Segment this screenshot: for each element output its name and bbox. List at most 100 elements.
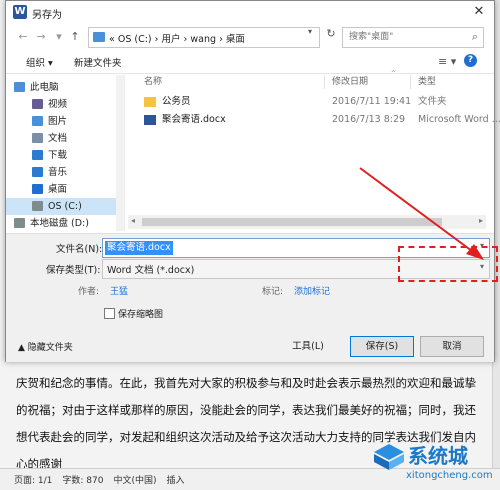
breadcrumb-overflow[interactable]: « (109, 34, 115, 45)
annotation-highlight-box (398, 246, 498, 282)
save-as-dialog: W 另存为 ✕ ← → ▾ ↑ « OS (C:) › 用户 › wang › … (5, 0, 500, 362)
save-button[interactable]: 保存(S) (350, 336, 414, 357)
breadcrumb-separator-icon: › (219, 34, 223, 45)
breadcrumb-wang[interactable]: wang (190, 34, 216, 45)
file-type: Microsoft Word ... (418, 114, 500, 125)
sidebar-item-os-c[interactable]: OS (C:) (6, 198, 116, 215)
view-options-icon[interactable]: ≡ ▾ (438, 55, 456, 68)
sidebar-item-label: 音乐 (48, 167, 68, 178)
help-icon[interactable]: ? (464, 54, 477, 67)
drive-icon (32, 201, 43, 211)
up-arrow-icon[interactable]: ↑ (68, 29, 82, 45)
sidebar-item-pictures[interactable]: 图片 (6, 113, 116, 130)
search-box[interactable]: ⌕ (342, 27, 484, 48)
breadcrumb[interactable]: « OS (C:) › 用户 › wang › 桌面 (109, 31, 245, 45)
sidebar-item-desktop[interactable]: 桌面 (6, 181, 116, 198)
column-header-date[interactable]: 修改日期 (332, 73, 368, 91)
thumbnail-label[interactable]: 保存缩略图 (118, 307, 163, 320)
search-input[interactable] (343, 28, 459, 45)
word-app-icon: W (13, 5, 27, 19)
filetype-value: Word 文档 (*.docx) (107, 265, 195, 276)
breadcrumb-desktop[interactable]: 桌面 (226, 34, 245, 45)
status-insert-mode: 插入 (166, 476, 185, 486)
folder-icon (144, 97, 156, 107)
navigation-scrollbar[interactable] (116, 75, 124, 231)
dialog-toolbar: 组织 ▾ 新建文件夹 ≡ ▾ ? (6, 51, 494, 74)
sort-chevron-icon: ⌃ (390, 69, 397, 78)
sidebar-item-videos[interactable]: 视频 (6, 96, 116, 113)
refresh-icon[interactable]: ↻ (324, 27, 338, 45)
download-icon (32, 150, 43, 160)
breadcrumb-os-c[interactable]: OS (C:) (118, 34, 152, 45)
music-icon (32, 167, 43, 177)
breadcrumb-users[interactable]: 用户 (162, 34, 181, 45)
desktop-icon (32, 184, 43, 194)
horizontal-scrollbar[interactable]: ◂ ▸ (128, 215, 486, 229)
back-arrow-icon[interactable]: ← (16, 29, 30, 45)
sidebar-item-label: 视频 (48, 99, 68, 110)
file-date: 2016/7/11 19:41 (332, 96, 412, 107)
sidebar-item-label: 此电脑 (30, 82, 59, 93)
sidebar-item-downloads[interactable]: 下载 (6, 147, 116, 164)
author-label: 作者: (78, 287, 100, 297)
column-divider[interactable] (410, 75, 411, 89)
organize-menu-button[interactable]: 组织 ▾ (26, 55, 53, 69)
document-line: 庆贺和纪念的事情。在此，我首先对大家的积极参与和及时赴会表示最热烈的欢迎和最诚挚 (16, 376, 476, 390)
file-list: ⌃ 名称 修改日期 类型 公务员 2016/7/11 19:41 文件夹 聚会寄… (128, 69, 500, 231)
search-icon[interactable]: ⌕ (472, 30, 478, 44)
dialog-titlebar: W 另存为 ✕ (6, 1, 494, 23)
address-bar[interactable]: « OS (C:) › 用户 › wang › 桌面 (88, 27, 320, 48)
sidebar-item-local-disk-d[interactable]: 本地磁盘 (D:) (6, 215, 116, 232)
new-folder-button[interactable]: 新建文件夹 (74, 55, 122, 69)
hide-folders-toggle[interactable]: ▲ 隐藏文件夹 (18, 340, 73, 353)
sidebar-item-label: OS (C:) (48, 201, 82, 212)
sidebar-item-this-pc[interactable]: 此电脑 (6, 79, 116, 96)
sidebar-item-label: 图片 (48, 116, 68, 127)
video-icon (32, 99, 43, 109)
status-words: 字数: 870 (62, 476, 104, 486)
drive-icon (14, 218, 25, 228)
watermark-logo-icon (374, 444, 404, 470)
document-icon (32, 133, 43, 143)
column-header-name[interactable]: 名称 (144, 73, 162, 91)
forward-arrow-icon[interactable]: → (34, 29, 48, 45)
filetype-label: 保存类型(T): (46, 265, 101, 276)
column-header-type[interactable]: 类型 (418, 73, 436, 91)
address-dropdown-icon[interactable]: ▾ (308, 27, 312, 36)
column-divider[interactable] (324, 75, 325, 89)
sidebar-item-label: 桌面 (48, 184, 68, 195)
file-name: 聚会寄语.docx (162, 114, 226, 125)
scrollbar-thumb[interactable] (142, 218, 442, 226)
document-line: 的祝福；对由于这样或那样的原因，没能赴会的同学，表达我们最美好的祝福；同时，我还 (16, 403, 476, 417)
recent-locations-chevron-icon[interactable]: ▾ (52, 29, 66, 45)
status-language: 中文(中国) (113, 476, 157, 486)
watermark-url: xitongcheng.com (406, 470, 493, 481)
watermark-text: 系统城 (408, 444, 468, 468)
file-type: 文件夹 (418, 96, 447, 107)
close-icon[interactable]: ✕ (468, 3, 490, 21)
sidebar-item-label: 本地磁盘 (D:) (30, 218, 89, 229)
word-document-icon (144, 115, 156, 125)
file-name: 公务员 (162, 96, 191, 107)
cancel-button[interactable]: 取消 (420, 336, 484, 357)
file-date: 2016/7/13 8:29 (332, 114, 406, 125)
scroll-left-icon[interactable]: ◂ (131, 216, 135, 225)
file-row[interactable]: 公务员 2016/7/11 19:41 文件夹 (128, 93, 490, 111)
folder-icon (93, 32, 105, 42)
author-value[interactable]: 王猛 (110, 284, 128, 297)
breadcrumb-separator-icon: › (183, 34, 188, 45)
filename-value: 聚会寄语.docx (105, 241, 173, 255)
watermark: 系统城 xitongcheng.com (372, 438, 498, 488)
navigation-pane: 此电脑 视频 图片 文档 下载 音乐 桌面 OS (C:) 本地磁盘 (D:) (6, 75, 125, 231)
sidebar-item-documents[interactable]: 文档 (6, 130, 116, 147)
thumbnail-checkbox[interactable] (104, 308, 115, 319)
tags-value[interactable]: 添加标记 (294, 284, 330, 297)
computer-icon (14, 82, 25, 92)
tools-menu-button[interactable]: 工具(L) (282, 336, 334, 357)
file-row[interactable]: 聚会寄语.docx 2016/7/13 8:29 Microsoft Word … (128, 111, 500, 129)
sidebar-item-label: 文档 (48, 133, 68, 144)
sidebar-item-music[interactable]: 音乐 (6, 164, 116, 181)
scroll-right-icon[interactable]: ▸ (479, 216, 483, 225)
sidebar-item-label: 下载 (48, 150, 68, 161)
picture-icon (32, 116, 43, 126)
